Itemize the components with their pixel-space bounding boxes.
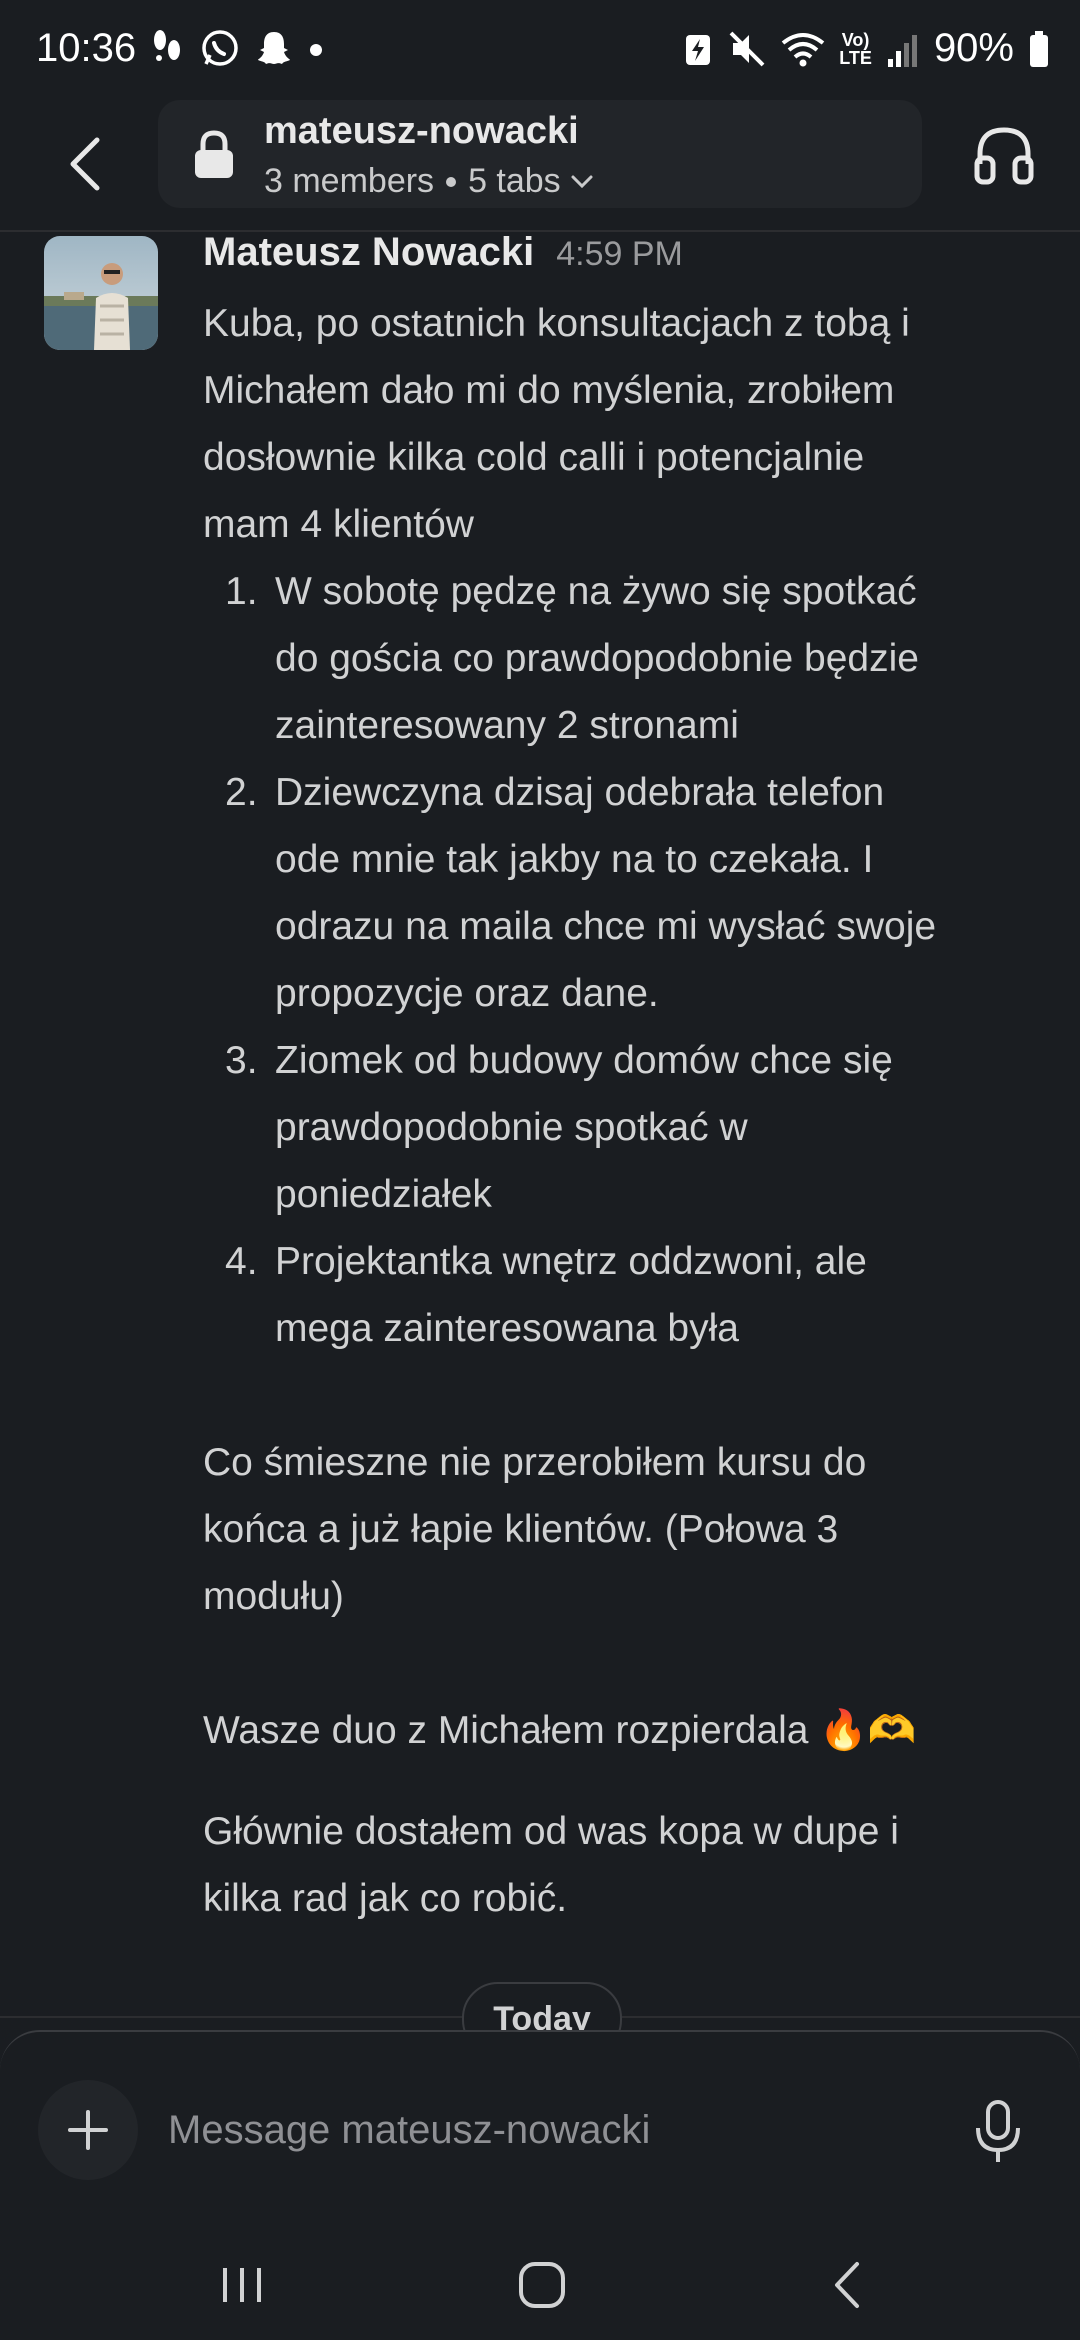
headphones-icon xyxy=(974,127,1034,185)
message-header: Mateusz Nowacki 4:59 PM xyxy=(203,230,1033,290)
dot-separator xyxy=(446,176,457,187)
battery-percent: 90% xyxy=(933,26,1014,70)
list-line: ode mnie tak jakby na to czekała. I xyxy=(275,838,874,881)
volte-label: Vo) xyxy=(841,29,870,50)
author-name[interactable]: Mateusz Nowacki xyxy=(203,230,534,275)
dot-icon xyxy=(310,44,322,56)
list-line: Dziewczyna dzisaj odebrała telefon xyxy=(275,771,885,814)
intro-line: Kuba, po ostatnich konsultacjach z tobą … xyxy=(203,302,910,345)
paragraph-line: końca a już łapie klientów. (Połowa 3 xyxy=(203,1508,839,1551)
paragraph-line: Głównie dostałem od was kopa w dupe i xyxy=(203,1810,899,1853)
list-item: 3. Ziomek od budowy domów chce się prawd… xyxy=(203,1027,1033,1228)
volte-indicator: Vo) LTE xyxy=(839,31,872,67)
list-item: 2. Dziewczyna dzisaj odebrała telefon od… xyxy=(203,759,1033,1027)
intro-line: dosłownie kilka cold calli i potencjalni… xyxy=(203,436,865,479)
channel-info-button[interactable]: mateusz-nowacki 3 members 5 tabs xyxy=(158,100,922,208)
whatsapp-icon xyxy=(202,30,238,66)
list-line: odrazu na maila chce mi wysłać swoje xyxy=(275,905,937,948)
channel-name: mateusz-nowacki xyxy=(264,110,579,152)
add-attachment-button[interactable] xyxy=(38,2080,138,2180)
voice-message-button[interactable] xyxy=(970,2096,1026,2166)
message-time: 4:59 PM xyxy=(556,235,683,273)
back-nav-button[interactable] xyxy=(808,2250,888,2320)
list-number: 3. xyxy=(225,1039,258,1082)
list-number: 1. xyxy=(225,570,258,613)
paragraph-line: Co śmieszne nie przerobiłem kursu do xyxy=(203,1441,867,1484)
snapchat-icon xyxy=(258,32,290,64)
notification-icons xyxy=(150,28,324,68)
intro-line: Michałem dało mi do myślenia, zrobiłem xyxy=(203,369,895,412)
channel-meta: 3 members 5 tabs xyxy=(264,162,595,201)
status-time: 10:36 xyxy=(36,26,137,70)
signal-icon xyxy=(887,34,917,67)
paragraph-line: kilka rad jak co robić. xyxy=(203,1877,568,1920)
battery-saver-icon xyxy=(686,34,711,65)
chevron-left-icon xyxy=(70,137,100,191)
numbered-list: 1. W sobotę pędzę na żywo się spotkać do… xyxy=(203,558,1033,1362)
screen: 10:36 Vo) LTE 90% mateusz-nowacki 3 memb… xyxy=(0,0,1080,2340)
microphone-icon xyxy=(976,2100,1020,2162)
steps-icon xyxy=(154,30,180,61)
list-line: Projektantka wnętrz oddzwoni, ale xyxy=(275,1240,867,1283)
chevron-down-icon xyxy=(571,175,593,188)
list-item: 4. Projektantka wnętrz oddzwoni, ale meg… xyxy=(203,1228,1033,1362)
list-line: propozycje oraz dane. xyxy=(275,972,659,1015)
home-icon xyxy=(519,2262,565,2308)
battery-icon xyxy=(1030,30,1048,67)
home-button[interactable] xyxy=(502,2250,582,2320)
list-line: poniedziałek xyxy=(275,1173,492,1216)
status-bar: 10:36 Vo) LTE 90% xyxy=(0,0,1080,100)
lock-icon xyxy=(195,130,233,178)
plus-icon xyxy=(68,2110,108,2150)
lte-label: LTE xyxy=(839,47,872,68)
message-body: Mateusz Nowacki 4:59 PM Kuba, po ostatni… xyxy=(203,230,1033,1932)
mute-icon xyxy=(729,31,765,66)
message-composer xyxy=(0,2030,1080,2222)
list-line: zainteresowany 2 stronami xyxy=(275,704,739,747)
list-number: 2. xyxy=(225,771,258,814)
back-button[interactable] xyxy=(50,124,120,204)
back-icon xyxy=(835,2262,859,2308)
navigation-bar xyxy=(0,2220,1080,2340)
avatar[interactable] xyxy=(44,236,158,350)
channel-header: mateusz-nowacki 3 members 5 tabs xyxy=(0,100,1080,232)
tabs-count: 5 tabs xyxy=(468,162,561,200)
recent-apps-icon xyxy=(223,2268,261,2302)
message-input[interactable] xyxy=(166,2094,930,2166)
list-item: 1. W sobotę pędzę na żywo się spotkać do… xyxy=(203,558,1033,759)
members-count: 3 members xyxy=(264,162,435,200)
list-line: Ziomek od budowy domów chce się xyxy=(275,1039,893,1082)
avatar-photo xyxy=(44,236,158,350)
message-text: Kuba, po ostatnich konsultacjach z tobą … xyxy=(203,290,1033,1932)
list-line: do gościa co prawdopodobnie będzie xyxy=(275,637,919,680)
list-line: mega zainteresowana była xyxy=(275,1307,739,1350)
intro-line: mam 4 klientów xyxy=(203,503,474,546)
list-line: prawdopodobnie spotkać w xyxy=(275,1106,748,1149)
paragraph-line: Wasze duo z Michałem rozpierdala 🔥🫶 xyxy=(203,1709,917,1752)
wifi-icon xyxy=(782,32,825,66)
status-right: Vo) LTE 90% xyxy=(683,26,1050,71)
paragraph-line: modułu) xyxy=(203,1575,344,1618)
list-number: 4. xyxy=(225,1240,258,1283)
huddle-button[interactable] xyxy=(972,124,1036,188)
recent-apps-button[interactable] xyxy=(202,2250,282,2320)
list-line: W sobotę pędzę na żywo się spotkać xyxy=(275,570,917,613)
